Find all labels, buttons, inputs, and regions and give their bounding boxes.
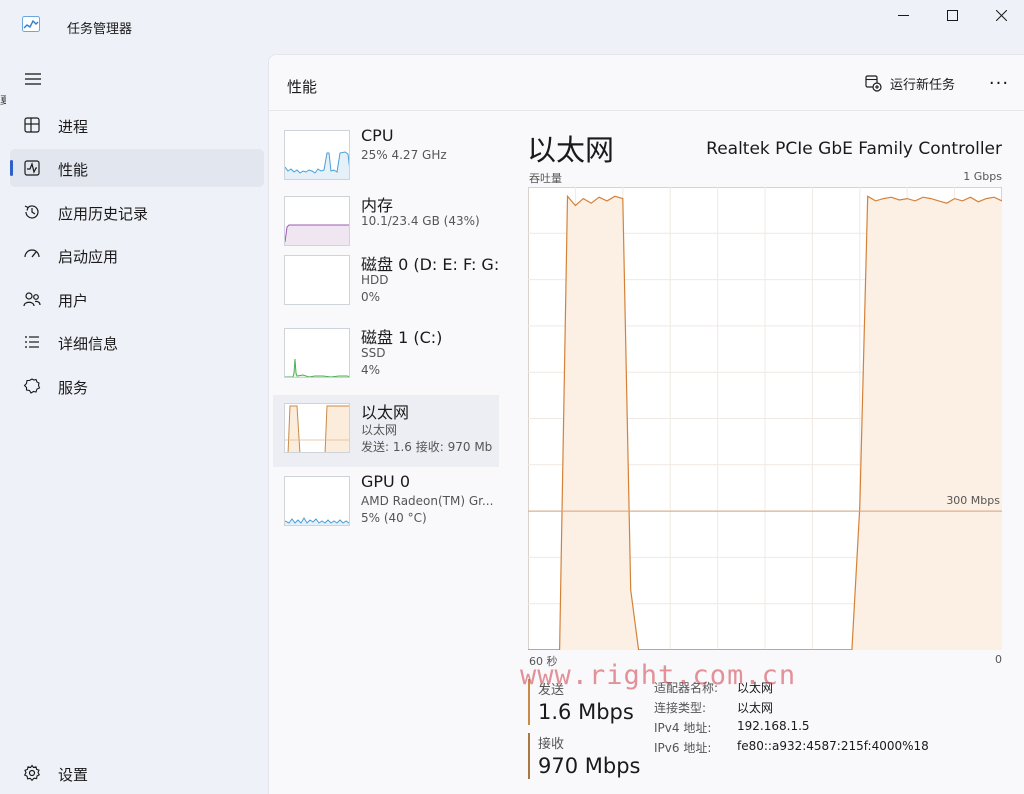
send-value: 1.6 Mbps [538, 700, 634, 724]
device-detail: 10.1/23.4 GB (43%) [361, 214, 480, 228]
device-name: 以太网 [361, 403, 410, 422]
page-title: 性能 [287, 78, 318, 96]
device-item-ethernet[interactable]: 以太网 以太网 发送: 1.6 接收: 970 Mb [273, 395, 499, 467]
device-name: GPU 0 [361, 472, 411, 491]
startup-icon [24, 249, 40, 258]
device-type: 以太网 [361, 423, 398, 437]
device-usage: 4% [361, 363, 381, 377]
window-title: 任务管理器 [67, 22, 133, 37]
task-manager-app-icon [22, 16, 40, 32]
sidebar-item-settings[interactable]: 设置 [10, 754, 264, 792]
ethernet-sparkline [285, 405, 349, 452]
title-bar: 任务管理器 [0, 0, 1024, 54]
device-name: 内存 [361, 196, 394, 215]
memory-sparkline [285, 224, 349, 245]
close-button[interactable] [978, 0, 1024, 30]
device-name: 磁盘 0 (D: E: F: G: [361, 255, 499, 274]
adapter-properties: 适配器名称: 以太网 连接类型: 以太网 IPv4 地址: 192.168.1.… [654, 679, 1020, 759]
device-name: 磁盘 1 (C:) [361, 328, 443, 347]
device-type: SSD [361, 346, 386, 360]
services-icon [23, 378, 41, 394]
device-thumbnail [284, 130, 350, 180]
sidebar-item-app-history[interactable]: 应用历史记录 [10, 193, 264, 231]
history-icon [24, 205, 39, 219]
chart-max-label: 1 Gbps [963, 170, 1002, 183]
gpu-sparkline [285, 517, 349, 525]
receive-label: 接收 [538, 737, 565, 752]
device-usage: 发送: 1.6 接收: 970 Mb [361, 440, 493, 454]
close-icon [995, 9, 1007, 21]
sidebar-item-users[interactable]: 用户 [10, 280, 264, 318]
property-row: 连接类型: 以太网 [654, 699, 1020, 719]
device-usage: 5% (40 °C) [361, 511, 427, 525]
sidebar-item-label: 服务 [58, 379, 89, 397]
sidebar-item-performance[interactable]: 性能 [10, 149, 264, 187]
sidebar-item-startup[interactable]: 启动应用 [10, 236, 264, 274]
sidebar-item-label: 性能 [58, 161, 89, 179]
receive-stat: 接收 970 Mbps [528, 733, 648, 779]
chart-annotation-label: 300 Mbps [946, 494, 1000, 507]
sidebar: 进程 性能 应用历史记录 启动应用 用户 详细信息 服务 设置 [0, 54, 268, 794]
device-item-disk-0[interactable]: 磁盘 0 (D: E: F: G: HDD 0% [273, 247, 499, 319]
property-value: 以太网 [737, 701, 774, 715]
sidebar-item-label: 启动应用 [58, 248, 119, 266]
property-key: 连接类型: [654, 701, 707, 715]
chart-time-right-label: 0 [995, 653, 1002, 666]
device-thumbnail [284, 328, 350, 378]
throughput-label: 吞吐量 [529, 172, 562, 185]
device-item-disk-1[interactable]: 磁盘 1 (C:) SSD 4% [273, 320, 499, 392]
property-value: fe80::a932:4587:215f:4000%18 [737, 739, 929, 753]
minimize-button[interactable] [880, 0, 926, 30]
adapter-name: Realtek PCIe GbE Family Controller [706, 139, 1002, 159]
disk-sparkline [285, 358, 349, 377]
more-options-button[interactable]: ··· [987, 71, 1011, 95]
property-value: 192.168.1.5 [737, 719, 810, 733]
detail-title: 以太网 [527, 133, 615, 167]
sidebar-item-services[interactable]: 服务 [10, 367, 264, 405]
users-icon [23, 292, 41, 307]
device-thumbnail [284, 255, 350, 305]
device-detail: 25% 4.27 GHz [361, 148, 447, 162]
settings-label: 设置 [58, 766, 89, 784]
property-key: IPv4 地址: [654, 721, 712, 735]
cpu-sparkline [285, 151, 349, 179]
page-header: 性能 运行新任务 ··· [269, 55, 1024, 111]
device-thumbnail [284, 403, 350, 453]
run-new-task-button[interactable]: 运行新任务 [865, 72, 955, 94]
sidebar-item-label: 应用历史记录 [58, 205, 149, 223]
device-item-gpu-0[interactable]: GPU 0 AMD Radeon(TM) Gr... 5% (40 °C) [273, 468, 499, 540]
maximize-icon [946, 9, 958, 21]
sidebar-item-details[interactable]: 详细信息 [10, 323, 264, 361]
details-icon [25, 336, 39, 348]
throughput-chart [528, 187, 1002, 650]
sidebar-item-label: 用户 [58, 292, 89, 310]
device-item-cpu[interactable]: CPU 25% 4.27 GHz [273, 122, 499, 194]
property-row: IPv4 地址: 192.168.1.5 [654, 719, 1020, 739]
property-row: IPv6 地址: fe80::a932:4587:215f:4000%18 [654, 739, 1020, 759]
maximize-button[interactable] [929, 0, 975, 30]
gear-icon [23, 764, 41, 782]
processes-icon [24, 117, 40, 133]
device-thumbnail [284, 196, 350, 246]
device-usage: 0% [361, 290, 381, 304]
device-thumbnail [284, 476, 350, 526]
sidebar-item-processes[interactable]: 进程 [10, 106, 264, 144]
device-name: CPU [361, 126, 394, 145]
watermark: www.right.com.cn [520, 660, 797, 691]
performance-icon [24, 160, 40, 176]
sidebar-item-label: 详细信息 [58, 335, 119, 353]
receive-value: 970 Mbps [538, 754, 641, 778]
device-type: HDD [361, 273, 389, 287]
device-type: AMD Radeon(TM) Gr... [361, 494, 494, 508]
sidebar-item-label: 进程 [58, 118, 89, 136]
property-key: IPv6 地址: [654, 741, 712, 755]
hamburger-menu-icon[interactable] [23, 71, 43, 87]
minimize-icon [897, 14, 909, 16]
run-task-label: 运行新任务 [890, 77, 956, 93]
run-task-icon [865, 74, 882, 92]
